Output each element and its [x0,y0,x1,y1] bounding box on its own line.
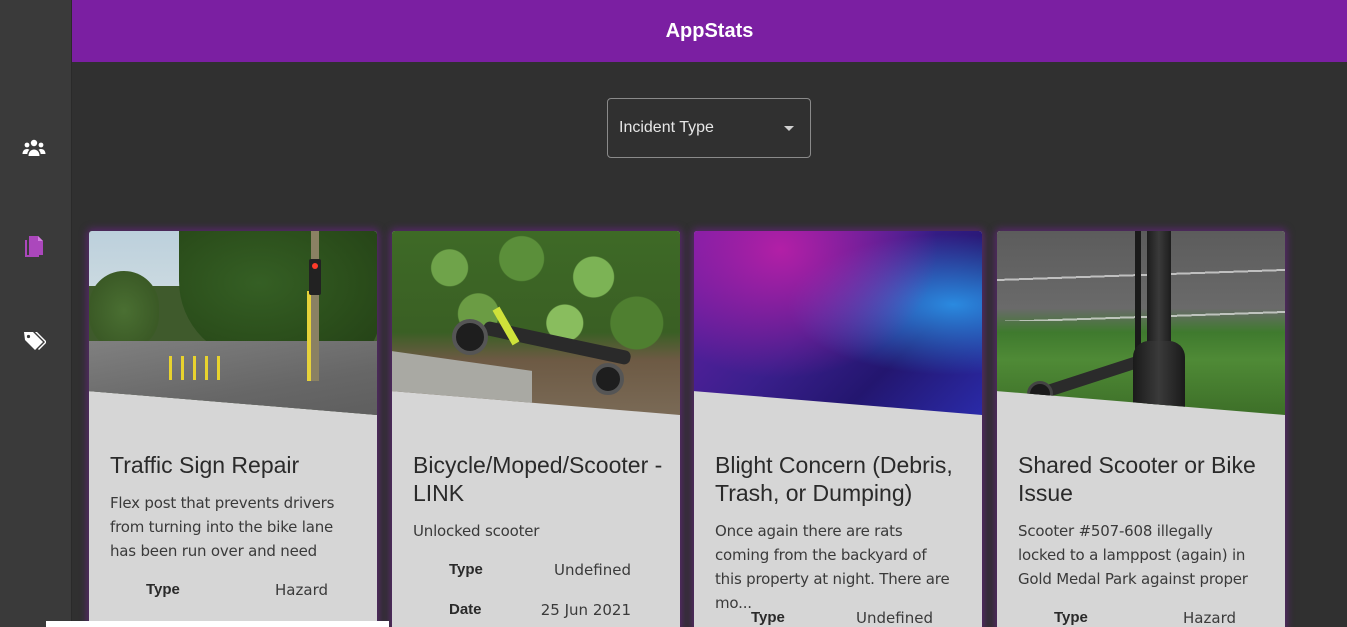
meta-row: Type Undefined [694,609,982,627]
card-description: Once again there are rats coming from th… [715,522,950,612]
card-image [997,231,1285,415]
meta-key: Type [146,581,180,598]
meta-value: Hazard [1183,609,1236,627]
meta-row: Type Hazard [89,581,377,605]
card-description: Flex post that prevents drivers from tur… [110,494,335,560]
users-icon-graphic [22,139,46,156]
incident-card[interactable]: Blight Concern (Debris, Trash, or Dumpin… [694,231,982,627]
app-root: AppStats Incident Type Traffic Sign Repa… [0,0,1347,627]
meta-value: 25 Jun 2021 [540,601,631,619]
incident-type-select[interactable]: Incident Type [607,98,811,158]
meta-key: Date [449,601,482,618]
incident-type-label: Incident Type [619,119,714,136]
card-title: Bicycle/Moped/Scooter - LINK [413,452,663,506]
sidebar [0,0,72,627]
incident-card[interactable]: Shared Scooter or Bike Issue Scooter #50… [997,231,1285,627]
app-title: AppStats [665,19,754,42]
incident-card[interactable]: Traffic Sign Repair Flex post that preve… [89,231,377,627]
meta-value: Hazard [275,581,328,599]
meta-value: Undefined [856,609,933,627]
card-description: Scooter #507-608 illegally locked to a l… [1018,522,1248,588]
meta-key: Type [449,561,483,578]
meta-key: Type [751,609,785,626]
meta-row: Date 25 Jun 2021 [392,601,680,625]
meta-row: Type Undefined [392,561,680,585]
card-image [694,231,982,415]
documents-icon[interactable] [21,234,47,260]
card-title: Shared Scooter or Bike Issue [1018,452,1256,506]
users-icon[interactable] [21,136,47,162]
bottom-strip [46,621,389,627]
card-image [392,231,680,415]
meta-row: Type Hazard [997,609,1285,627]
documents-icon-graphic [25,236,43,257]
tags-icon-graphic [24,332,46,350]
meta-value: Undefined [554,561,631,579]
caret-down-icon [784,126,794,131]
meta-key: Type [1054,609,1088,626]
card-image [89,231,377,415]
app-header: AppStats [72,0,1347,62]
tags-icon[interactable] [21,328,47,354]
card-title: Traffic Sign Repair [110,452,300,478]
card-description: Unlocked scooter [413,522,540,540]
card-title: Blight Concern (Debris, Trash, or Dumpin… [715,452,953,506]
incident-card[interactable]: Bicycle/Moped/Scooter - LINK Unlocked sc… [392,231,680,627]
